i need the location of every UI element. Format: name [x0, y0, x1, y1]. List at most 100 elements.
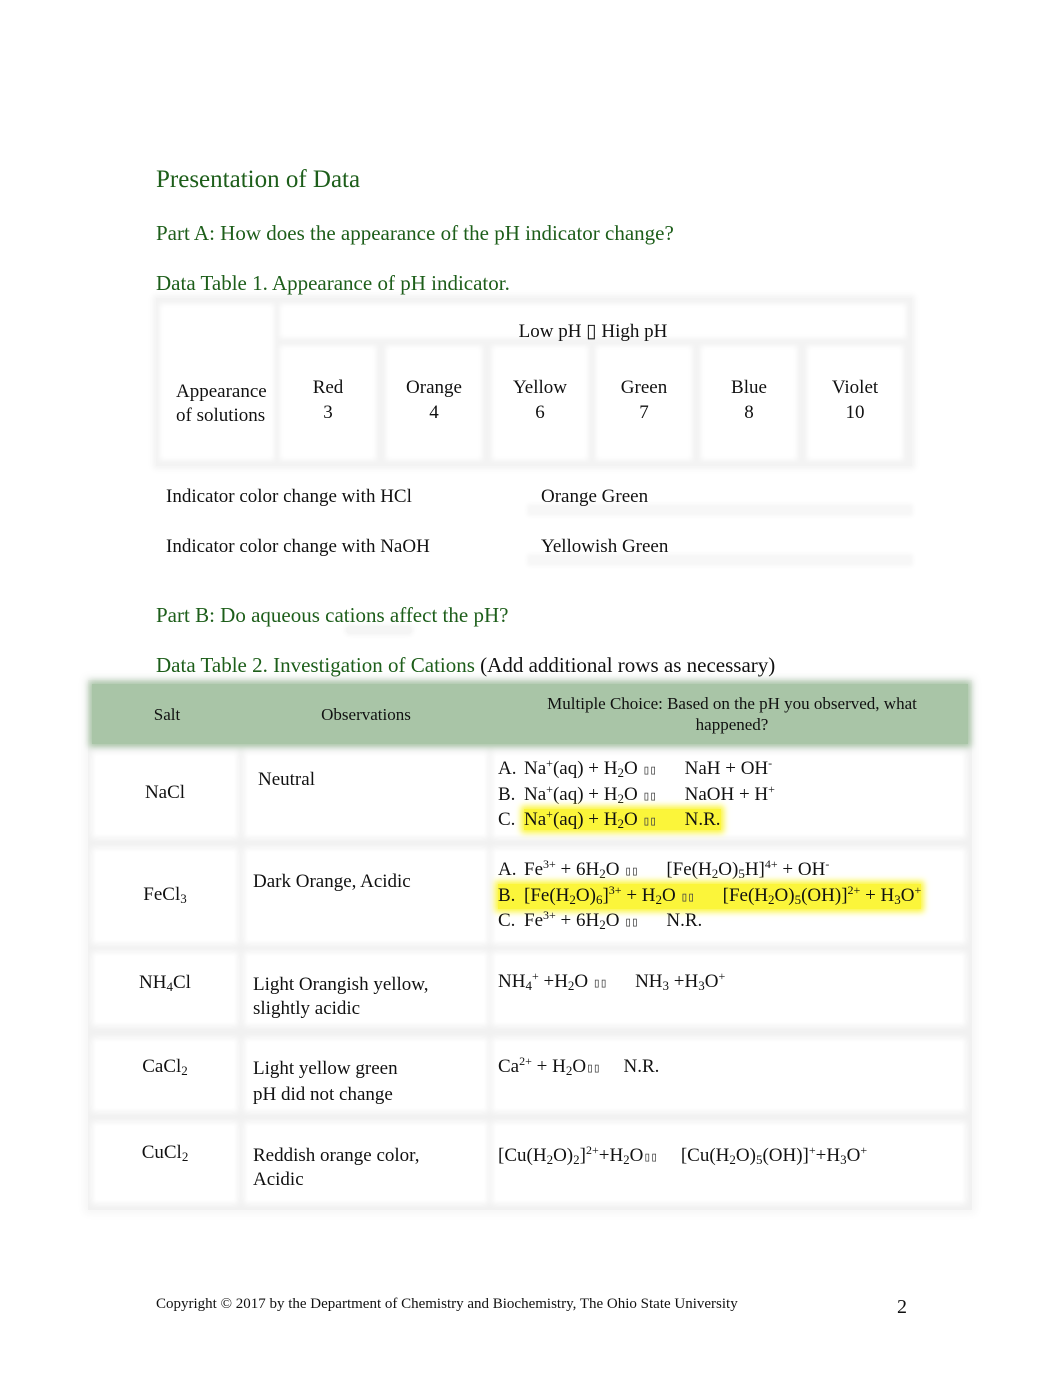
row-label-cell: Appearance of solutions: [164, 308, 270, 456]
indicator-column: Violet 10: [811, 350, 899, 456]
reaction-equation: NH4+ +H2O ▯▯ NH3 +H3O+: [498, 969, 726, 993]
table2-caption-note: (Add additional rows as necessary): [480, 653, 776, 677]
table-header-row: Salt Observations Multiple Choice: Based…: [92, 684, 968, 744]
choice-option-a[interactable]: A. Na+(aq) + H2O ▯▯ NaH + OH-: [498, 757, 962, 783]
observation-text: Light Orangish yellow, slightly acidic: [253, 973, 484, 1021]
option-label: A.: [498, 859, 517, 880]
header-salt: Salt: [153, 704, 181, 724]
indicator-column: Yellow 6: [496, 350, 584, 456]
scan-smudge: [346, 626, 412, 634]
table-row-observation[interactable]: Neutral: [248, 756, 484, 834]
choice-option-c-selected[interactable]: C. Na+(aq) + H2O ▯▯ N.R.: [498, 808, 962, 834]
hcl-answer[interactable]: Orange Green: [541, 486, 648, 508]
color-name: Green: [620, 377, 668, 398]
equilibrium-arrow-icon: ▯▯: [624, 915, 639, 930]
indicator-column: Orange 4: [390, 350, 478, 456]
table2-caption: Data Table 2. Investigation of Cations (…: [156, 653, 775, 678]
hcl-question: Indicator color change with HCl: [166, 486, 412, 507]
table-row-choices: A. Na+(aq) + H2O ▯▯ NaH + OH- B. Na+(aq) +…: [496, 756, 962, 834]
choice-option-c[interactable]: C. Fe3+ + 6H2O ▯▯ N.R.: [498, 909, 962, 935]
salt-name: NaCl: [144, 782, 186, 803]
ph-range-label: Low pH ▯ High pH: [518, 321, 668, 342]
ph-value: 7: [639, 402, 649, 423]
row-label: Appearance of solutions: [176, 380, 267, 428]
choice-option-b-selected[interactable]: B. [Fe(H2O)6]3+ + H2O ▯▯ [Fe(H2O)5(OH)]2+…: [498, 883, 922, 909]
table-row-observation[interactable]: Light yellow green pH did not change: [248, 1042, 484, 1108]
choice-option-a[interactable]: A. Fe3+ + 6H2O ▯▯ [Fe(H2O)5H]4+ + OH-: [498, 858, 962, 884]
choice-list: A. Fe3+ + 6H2O ▯▯ [Fe(H2O)5H]4+ + OH- B.[…: [498, 858, 962, 935]
header-observations: Observations: [321, 704, 411, 724]
option-product: N.R.: [684, 809, 721, 830]
table-row-salt: CuCl2: [96, 1126, 234, 1200]
color-name: Red: [312, 377, 344, 398]
table-row-salt: CaCl2: [96, 1042, 234, 1108]
option-product: NaOH + H: [684, 783, 769, 805]
observation-text: Reddish orange color, Acidic: [253, 1144, 484, 1192]
part-b-heading: Part B: Do aqueous cations affect the pH…: [156, 603, 509, 627]
observation-line: slightly acidic: [253, 998, 361, 1019]
naoh-answer[interactable]: Yellowish Green: [541, 536, 668, 558]
observation-text: Neutral: [258, 769, 315, 790]
table-row-choices[interactable]: NH4+ +H2O ▯▯ NH3 +H3O+: [496, 956, 962, 1022]
indicator-column: Red 3: [284, 350, 372, 456]
observation-text: Dark Orange, Acidic: [253, 871, 411, 892]
naoh-question: Indicator color change with NaOH: [166, 536, 430, 557]
table-row-choices: A. Fe3+ + 6H2O ▯▯ [Fe(H2O)5H]4+ + OH- B.[…: [496, 852, 962, 940]
header-multiple-choice: Multiple Choice: Based on the pH you obs…: [547, 694, 917, 734]
equilibrium-arrow-icon: ▯▯: [586, 1061, 601, 1076]
color-name: Blue: [731, 377, 767, 398]
part-a-heading: Part A: How does the appearance of the p…: [156, 221, 674, 245]
table-row-salt: NaCl: [96, 756, 234, 834]
table-row-observation[interactable]: Dark Orange, Acidic: [248, 852, 484, 940]
ph-range-header: Low pH ▯ High pH: [284, 308, 902, 342]
table-row-observation[interactable]: Light Orangish yellow, slightly acidic: [248, 956, 484, 1022]
table-row-observation[interactable]: Reddish orange color, Acidic: [248, 1126, 484, 1200]
observation-line: Light Orangish yellow,: [253, 974, 429, 995]
choice-list: A. Na+(aq) + H2O ▯▯ NaH + OH- B. Na+(aq) +…: [498, 756, 962, 834]
observation-line: Light yellow green: [253, 1058, 398, 1079]
table-row-choices[interactable]: [Cu(H2O)2]2++H2O▯▯ [Cu(H2O)5(OH)]++H3O+: [496, 1126, 962, 1200]
option-product: N.R.: [666, 910, 703, 931]
ph-value: 4: [429, 402, 439, 423]
table2-caption-title: Data Table 2. Investigation of Cations: [156, 653, 481, 677]
naoh-answer-line: [530, 557, 910, 563]
option-label: B.: [498, 884, 516, 906]
color-name: Violet: [831, 377, 879, 398]
equilibrium-arrow-icon: ▯▯: [680, 889, 695, 905]
table1-caption: Data Table 1. Appearance of pH indicator…: [156, 271, 510, 295]
ph-value: 8: [744, 402, 754, 423]
table-row-salt: NH4Cl: [96, 956, 234, 1022]
reaction-equation: Ca2+ + H2O▯▯ N.R.: [498, 1054, 660, 1078]
reaction-equation: [Cu(H2O)2]2++H2O▯▯ [Cu(H2O)5(OH)]++H3O+: [498, 1143, 868, 1167]
ph-value: 6: [535, 402, 545, 423]
salt-name: FeCl3: [143, 884, 187, 906]
equilibrium-arrow-icon: ▯▯: [642, 788, 657, 804]
color-name: Orange: [406, 377, 462, 398]
observation-line: Reddish orange color,: [253, 1145, 420, 1166]
color-name: Yellow: [512, 377, 568, 398]
equilibrium-arrow-icon: ▯▯: [642, 763, 657, 778]
option-label: B.: [498, 783, 516, 805]
salt-name: CuCl2: [141, 1142, 189, 1164]
ph-value: 3: [323, 402, 333, 423]
option-label: C.: [498, 910, 516, 931]
choice-option-b[interactable]: B. Na+(aq) + H2O ▯▯ NaOH + H+: [498, 783, 962, 809]
salt-name: NH4Cl: [139, 972, 191, 994]
equilibrium-arrow-icon: ▯▯: [643, 1150, 658, 1165]
option-label: C.: [498, 809, 516, 830]
indicator-column: Blue 8: [705, 350, 793, 456]
equilibrium-arrow-icon: ▯▯: [624, 864, 639, 879]
data-table-1: Appearance of solutions Low pH ▯ High pH…: [156, 298, 912, 466]
table-row-choices[interactable]: Ca2+ + H2O▯▯ N.R.: [496, 1042, 962, 1108]
indicator-column: Green 7: [600, 350, 688, 456]
highlighted-answer: Na+(aq) + H2O ▯▯ N.R.: [524, 807, 721, 831]
section-title: Presentation of Data: [156, 166, 361, 193]
copyright-footer: Copyright © 2017 by the Department of Ch…: [156, 1296, 738, 1312]
hcl-answer-line: [530, 507, 910, 513]
option-label: A.: [498, 758, 517, 779]
equilibrium-arrow-icon: ▯▯: [642, 814, 657, 829]
option-product: NaH + OH: [684, 758, 769, 779]
option-product: N.R.: [623, 1056, 660, 1077]
equilibrium-arrow-icon: ▯▯: [592, 976, 608, 991]
table-row-salt: FeCl3: [96, 852, 234, 940]
